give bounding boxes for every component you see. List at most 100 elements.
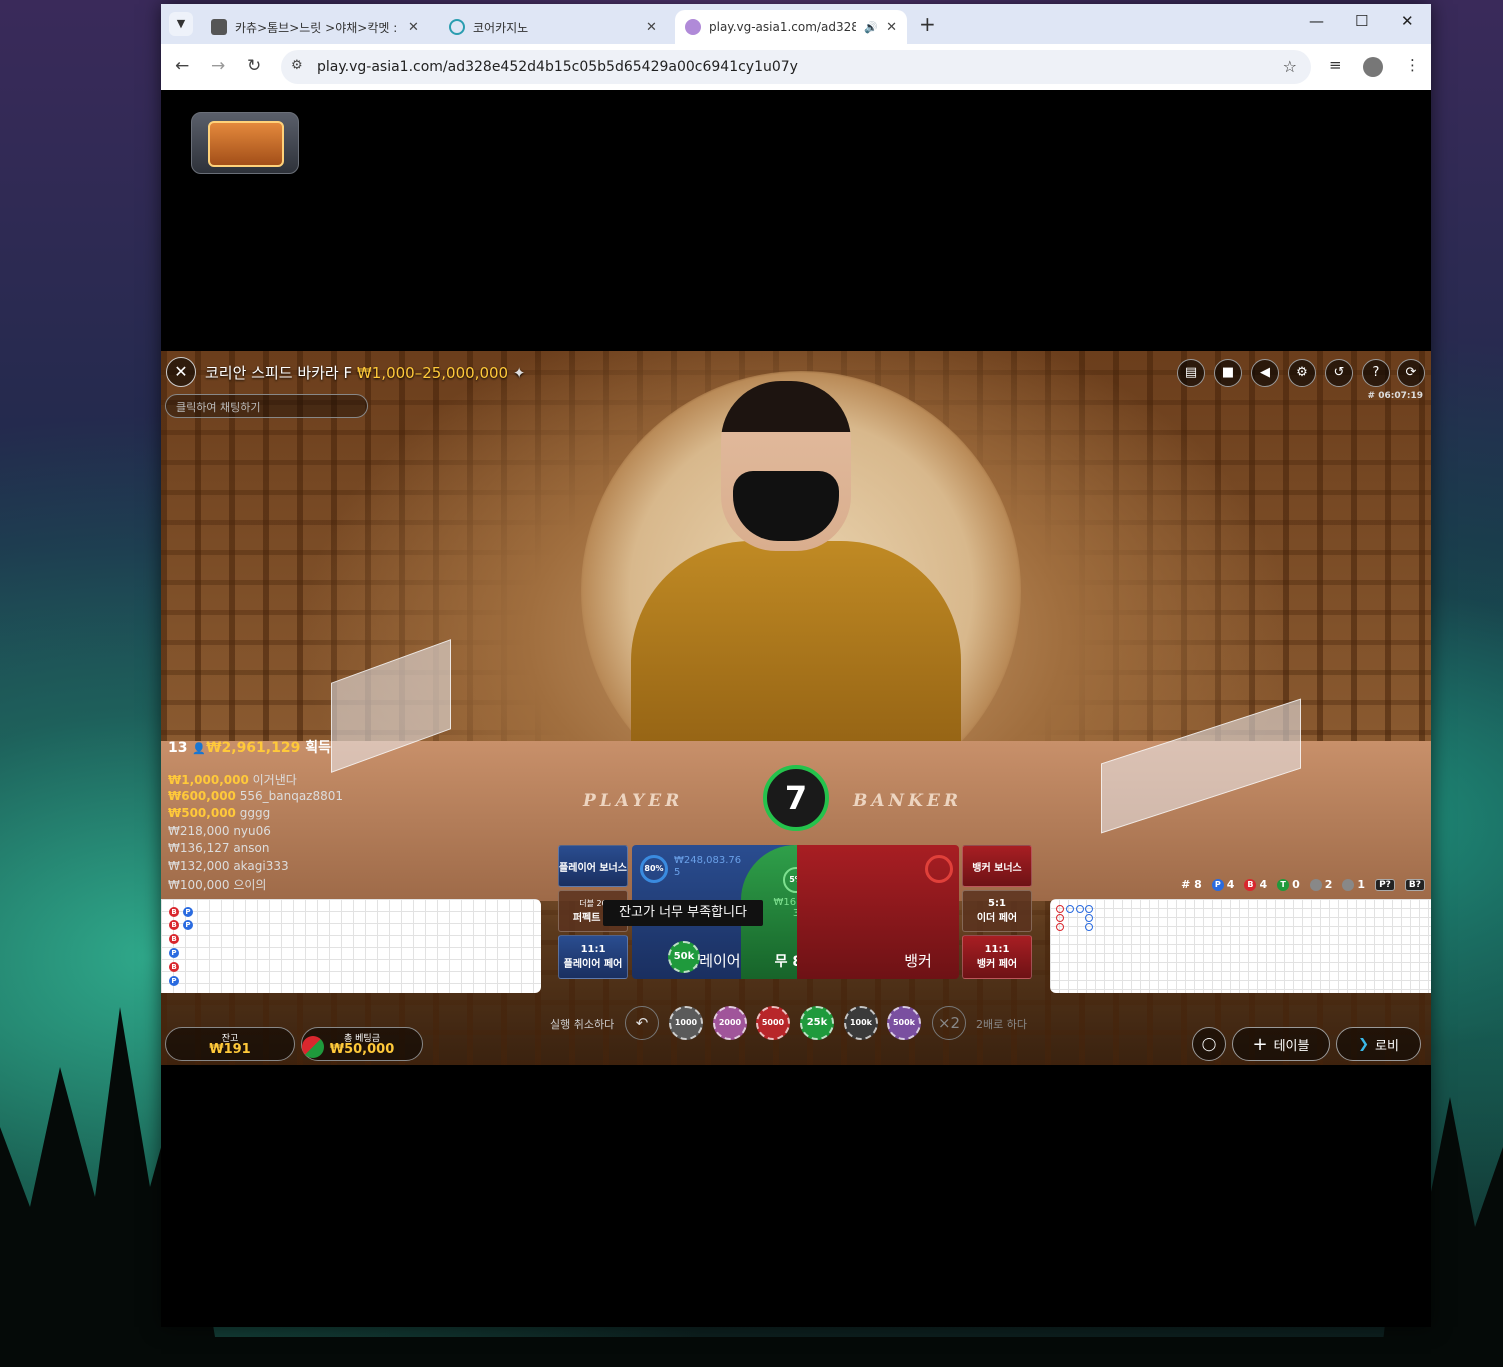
winner-row: ₩218,000 nyu06 xyxy=(168,823,271,838)
bookmark-star-icon[interactable]: ☆ xyxy=(1283,57,1297,76)
minimize-button[interactable]: — xyxy=(1309,12,1324,30)
favorite-star-icon[interactable]: ✦ xyxy=(513,364,526,382)
site-info-icon[interactable]: ⚙ xyxy=(291,58,303,73)
chip-500k[interactable]: 500k xyxy=(887,1006,921,1040)
felt-banker-label: BANKER xyxy=(853,791,962,811)
url-field[interactable]: ⚙ play.vg-asia1.com/ad328e452d4b15c05b5d… xyxy=(281,50,1311,84)
road-mark-player xyxy=(1085,914,1093,922)
game-area: PLAYER BANKER ✕ 코리안 스피드 바카라 F ₩1,000–25,… xyxy=(161,351,1431,1065)
road-mark-player xyxy=(1085,923,1093,931)
plus-icon: + xyxy=(1252,1033,1268,1055)
winners-summary: 13 👤₩2,961,129 획득 xyxy=(168,740,331,756)
tab-title: 코어카지노 xyxy=(473,20,529,35)
banker-percent-ring xyxy=(925,855,953,883)
close-window-button[interactable]: ✕ xyxy=(1401,12,1414,30)
back-icon[interactable]: ← xyxy=(175,56,189,76)
double-label: 2배로 하다 xyxy=(976,1018,1027,1031)
bead-player: P xyxy=(183,907,193,917)
tab-strip: ▼ 카츄>톰브>느릿 >야채>칵멧 : ✕ 코어카지노 ✕ play.vg-as… xyxy=(161,4,1431,44)
profile-avatar[interactable] xyxy=(1363,57,1383,77)
bead-player: P xyxy=(183,920,193,930)
menu-kebab-icon[interactable]: ⋮ xyxy=(1405,56,1420,74)
url-text[interactable]: play.vg-asia1.com/ad328e452d4b15c05b5d65… xyxy=(317,59,798,75)
tab-favicon-icon xyxy=(685,19,701,35)
road-mark-banker xyxy=(1056,914,1064,922)
tab-1[interactable]: 카츄>톰브>느릿 >야채>칵멧 : ✕ xyxy=(201,10,433,44)
chip-25k[interactable]: 25k xyxy=(800,1006,834,1040)
help-icon[interactable]: ? xyxy=(1362,359,1390,387)
history-icon[interactable]: ↺ xyxy=(1325,359,1353,387)
road-mark-player xyxy=(1085,905,1093,913)
chat-input[interactable]: 클릭하여 채팅하기 xyxy=(165,394,368,418)
winner-row: ₩500,000 gggg xyxy=(168,806,271,820)
media-control-icon[interactable]: ≡ xyxy=(1329,56,1342,74)
lobby-button[interactable]: ❯ 로비 xyxy=(1336,1027,1421,1061)
undo-button[interactable]: ↶ xyxy=(625,1006,659,1040)
player-prediction[interactable]: P? xyxy=(1375,878,1395,891)
banker-bet[interactable]: 뱅커 xyxy=(797,845,959,979)
player-count: 5 xyxy=(674,867,681,878)
address-bar: ← → ↻ ⚙ play.vg-asia1.com/ad328e452d4b15… xyxy=(161,44,1431,90)
placed-chip: 50k xyxy=(668,941,700,973)
fullscreen-icon[interactable]: ⟳ xyxy=(1397,359,1425,387)
player-bonus-bet[interactable]: 플레이어 보너스 xyxy=(558,845,628,887)
chip-1000[interactable]: 1000 xyxy=(669,1006,703,1040)
player-pair-bet[interactable]: 11:1 플레이어 페어 xyxy=(558,935,628,979)
chip-2000[interactable]: 2000 xyxy=(713,1006,747,1040)
stat-player-pair: 2 xyxy=(1309,878,1332,891)
exit-game-button[interactable]: ✕ xyxy=(166,357,196,387)
winner-row: ₩136,127 anson xyxy=(168,841,270,855)
reload-icon[interactable]: ↻ xyxy=(247,56,261,76)
either-pair-bet[interactable]: 5:1 이더 페어 xyxy=(962,890,1032,932)
close-icon[interactable]: ✕ xyxy=(646,20,657,35)
stat-player: P4 xyxy=(1211,878,1234,891)
bet-limit: ₩1,000–25,000,000 xyxy=(356,364,509,382)
winner-row: ₩132,000 akagi333 xyxy=(168,858,289,873)
big-road xyxy=(1050,899,1431,993)
tab-title: 카츄>톰브>느릿 >야채>칵멧 : xyxy=(235,20,398,35)
speaker-icon[interactable]: 🔊 xyxy=(864,21,878,34)
page-content: PLAYER BANKER ✕ 코리안 스피드 바카라 F ₩1,000–25,… xyxy=(161,90,1431,1327)
tab-3-active[interactable]: play.vg-asia1.com/ad328e4 🔊 ✕ xyxy=(675,10,907,44)
shoe-stats: # 8 P4 B4 T0 2 1 P? B? xyxy=(1181,878,1425,891)
game-title: 코리안 스피드 바카라 F ₩1,000–25,000,000 ✦ xyxy=(205,364,526,382)
banker-label: 뱅커 xyxy=(904,952,932,970)
banker-bonus-bet[interactable]: 뱅커 보너스 xyxy=(962,845,1032,887)
winner-row: ₩1,000,000 이거낸다 xyxy=(168,773,297,787)
double-button[interactable]: ×2 xyxy=(932,1006,966,1040)
chip-5000[interactable]: 5000 xyxy=(756,1006,790,1040)
maximize-button[interactable]: ☐ xyxy=(1355,12,1368,30)
insufficient-balance-tooltip: 잔고가 너무 부족합니다 xyxy=(603,900,763,926)
forward-icon[interactable]: → xyxy=(211,56,225,76)
banker-pair-bet[interactable]: 11:1 뱅커 페어 xyxy=(962,935,1032,979)
player-pot: ₩248,083.76 xyxy=(674,855,742,866)
total-bet-display: 총 베팅금 ₩50,000 xyxy=(301,1027,423,1061)
stat-round: # 8 xyxy=(1181,878,1202,891)
treasure-chest-icon[interactable] xyxy=(191,112,299,174)
add-table-button[interactable]: + 테이블 xyxy=(1232,1027,1330,1061)
video-camera-icon[interactable]: ■ xyxy=(1214,359,1242,387)
close-icon[interactable]: ✕ xyxy=(408,20,419,35)
lobby-icon: ❯ xyxy=(1358,1036,1369,1052)
chat-bubble-button[interactable]: ◯ xyxy=(1192,1027,1226,1061)
browser-window: ▼ 카츄>톰브>느릿 >야채>칵멧 : ✕ 코어카지노 ✕ play.vg-as… xyxy=(161,4,1431,1327)
bead-player: P xyxy=(169,948,179,958)
new-tab-button[interactable]: + xyxy=(919,12,936,36)
tab-favicon-icon xyxy=(449,19,465,35)
road-mark-banker xyxy=(1056,905,1064,913)
close-icon[interactable]: ✕ xyxy=(886,20,897,35)
chip-100k[interactable]: 100k xyxy=(844,1006,878,1040)
tab-2[interactable]: 코어카지노 ✕ xyxy=(439,10,671,44)
sound-icon[interactable]: ◀ xyxy=(1251,359,1279,387)
stat-banker: B4 xyxy=(1244,878,1267,891)
undo-label: 실행 취소하다 xyxy=(550,1018,615,1031)
chat-icon[interactable]: ▤ xyxy=(1177,359,1205,387)
bead-banker: B xyxy=(169,962,179,972)
banker-prediction[interactable]: B? xyxy=(1404,878,1425,891)
balance-display: 잔고 ₩191 xyxy=(165,1027,295,1061)
tab-search-button[interactable]: ▼ xyxy=(169,12,193,36)
round-id: # 06:07:19 xyxy=(1367,391,1423,401)
winners-list: 13 👤₩2,961,129 획득 ₩1,000,000 이거낸다 ₩600,0… xyxy=(168,737,343,894)
settings-gear-icon[interactable]: ⚙ xyxy=(1288,359,1316,387)
road-mark-banker xyxy=(1056,923,1064,931)
